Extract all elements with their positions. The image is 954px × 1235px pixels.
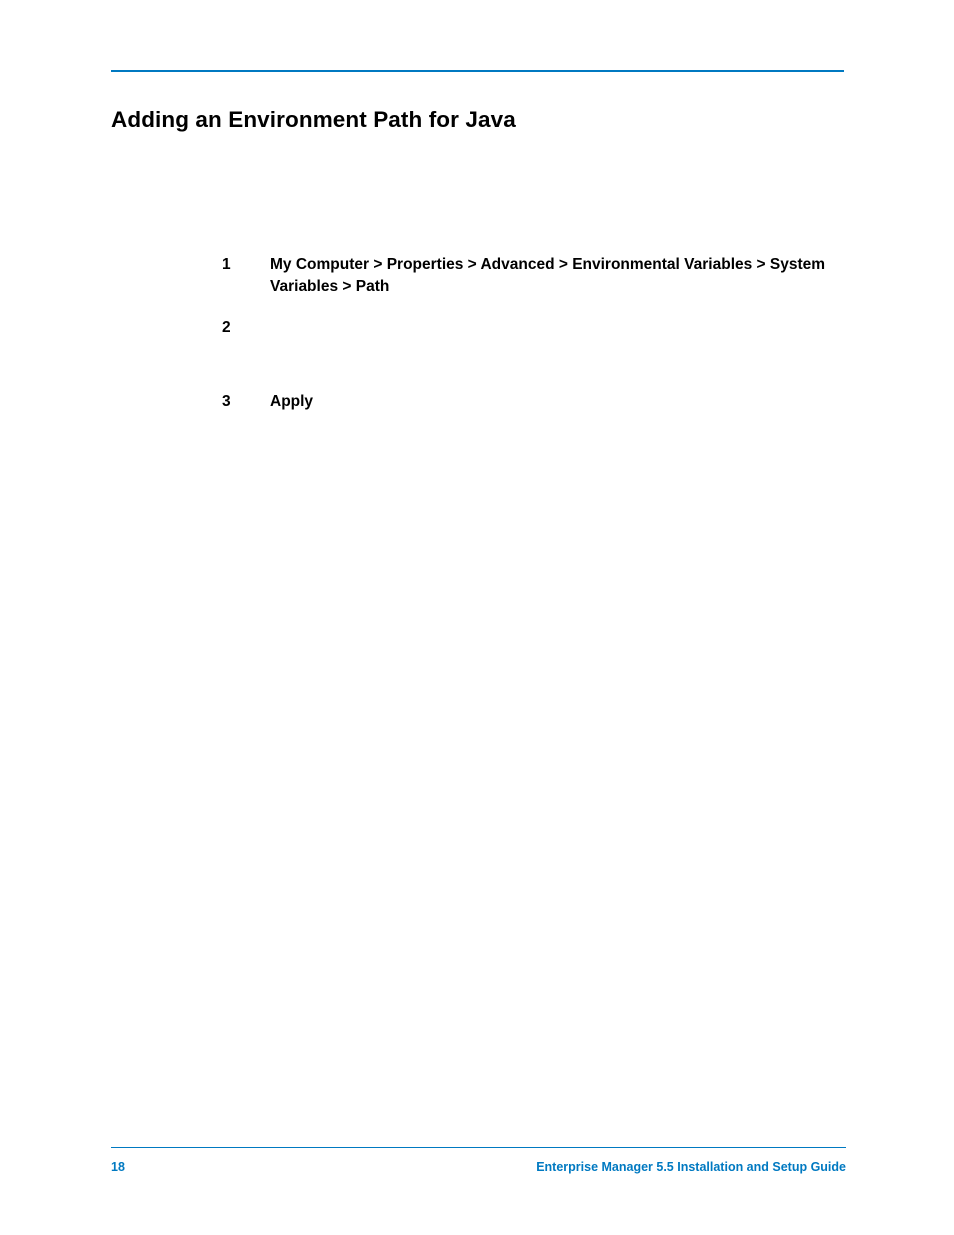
footer-title: Enterprise Manager 5.5 Installation and … — [536, 1160, 846, 1174]
step-number: 3 — [222, 391, 270, 413]
step-3: 3 Apply — [222, 391, 842, 413]
document-page: Adding an Environment Path for Java 1 My… — [0, 0, 954, 1235]
step-2: 2 — [222, 317, 842, 339]
steps-list: 1 My Computer > Properties > Advanced > … — [222, 254, 842, 433]
top-divider — [111, 70, 844, 72]
step-bold-text: My Computer > Properties > Advanced > En… — [270, 256, 825, 295]
step-bold-text: Apply — [270, 393, 313, 410]
page-number: 18 — [111, 1160, 125, 1174]
section-heading: Adding an Environment Path for Java — [111, 107, 516, 133]
step-number: 2 — [222, 317, 270, 339]
step-body: Apply — [270, 391, 842, 413]
bottom-divider — [111, 1147, 846, 1148]
step-1: 1 My Computer > Properties > Advanced > … — [222, 254, 842, 297]
step-number: 1 — [222, 254, 270, 276]
step-body: My Computer > Properties > Advanced > En… — [270, 254, 842, 297]
